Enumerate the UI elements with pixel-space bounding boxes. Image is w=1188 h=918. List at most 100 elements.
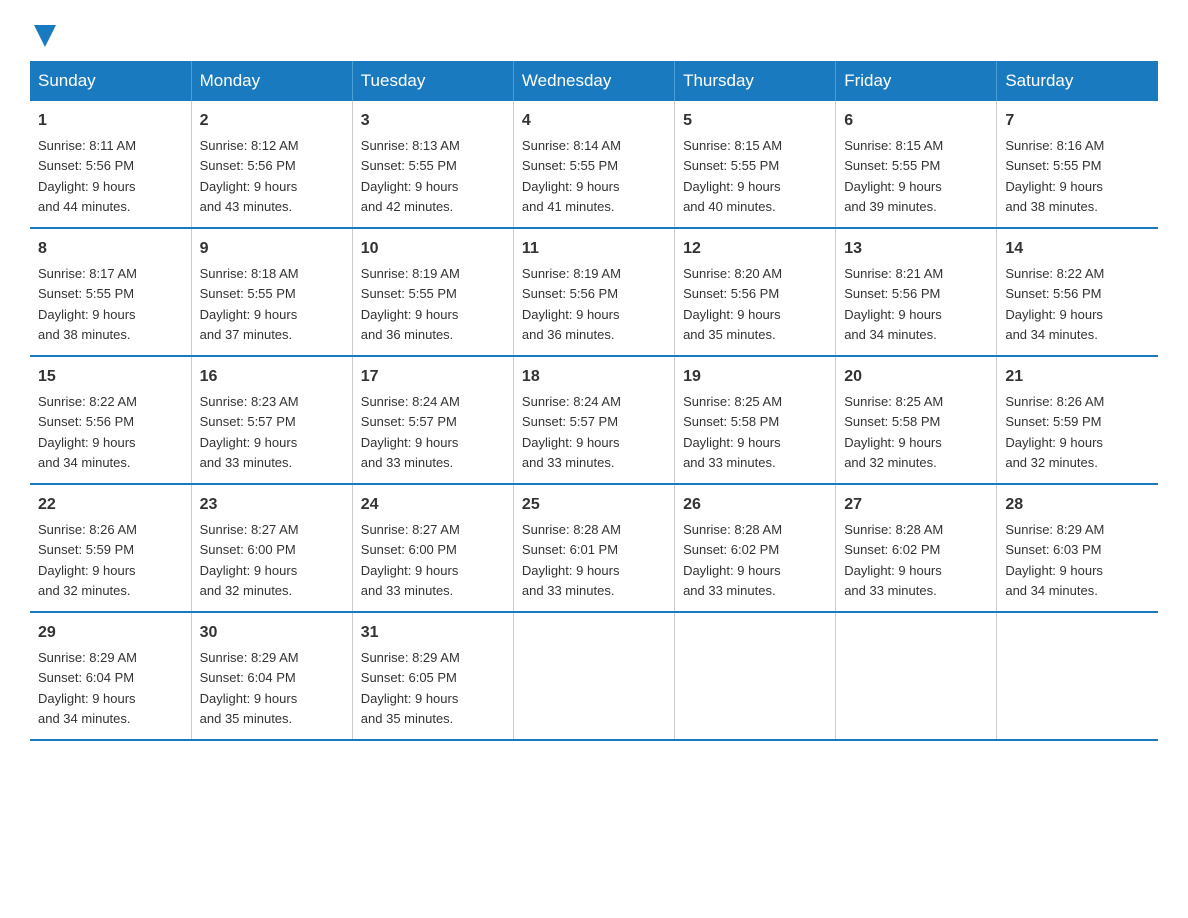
day-info: Sunrise: 8:23 AMSunset: 5:57 PMDaylight:… bbox=[200, 394, 299, 470]
day-info: Sunrise: 8:19 AMSunset: 5:56 PMDaylight:… bbox=[522, 266, 621, 342]
calendar-cell: 31 Sunrise: 8:29 AMSunset: 6:05 PMDaylig… bbox=[352, 612, 513, 740]
calendar-cell bbox=[997, 612, 1158, 740]
day-number: 31 bbox=[361, 621, 505, 645]
col-monday: Monday bbox=[191, 61, 352, 101]
day-info: Sunrise: 8:14 AMSunset: 5:55 PMDaylight:… bbox=[522, 138, 621, 214]
day-number: 18 bbox=[522, 365, 666, 389]
day-number: 25 bbox=[522, 493, 666, 517]
calendar-header: Sunday Monday Tuesday Wednesday Thursday… bbox=[30, 61, 1158, 101]
day-info: Sunrise: 8:27 AMSunset: 6:00 PMDaylight:… bbox=[200, 522, 299, 598]
day-info: Sunrise: 8:22 AMSunset: 5:56 PMDaylight:… bbox=[1005, 266, 1104, 342]
day-info: Sunrise: 8:26 AMSunset: 5:59 PMDaylight:… bbox=[1005, 394, 1104, 470]
day-number: 29 bbox=[38, 621, 183, 645]
calendar-cell: 23 Sunrise: 8:27 AMSunset: 6:00 PMDaylig… bbox=[191, 484, 352, 612]
calendar-week-4: 22 Sunrise: 8:26 AMSunset: 5:59 PMDaylig… bbox=[30, 484, 1158, 612]
calendar-cell: 24 Sunrise: 8:27 AMSunset: 6:00 PMDaylig… bbox=[352, 484, 513, 612]
calendar-cell: 6 Sunrise: 8:15 AMSunset: 5:55 PMDayligh… bbox=[836, 101, 997, 228]
day-number: 23 bbox=[200, 493, 344, 517]
day-info: Sunrise: 8:19 AMSunset: 5:55 PMDaylight:… bbox=[361, 266, 460, 342]
day-info: Sunrise: 8:27 AMSunset: 6:00 PMDaylight:… bbox=[361, 522, 460, 598]
calendar-body: 1 Sunrise: 8:11 AMSunset: 5:56 PMDayligh… bbox=[30, 101, 1158, 740]
calendar-cell: 2 Sunrise: 8:12 AMSunset: 5:56 PMDayligh… bbox=[191, 101, 352, 228]
col-tuesday: Tuesday bbox=[352, 61, 513, 101]
calendar-week-1: 1 Sunrise: 8:11 AMSunset: 5:56 PMDayligh… bbox=[30, 101, 1158, 228]
calendar-cell: 22 Sunrise: 8:26 AMSunset: 5:59 PMDaylig… bbox=[30, 484, 191, 612]
calendar-cell: 29 Sunrise: 8:29 AMSunset: 6:04 PMDaylig… bbox=[30, 612, 191, 740]
calendar-cell: 13 Sunrise: 8:21 AMSunset: 5:56 PMDaylig… bbox=[836, 228, 997, 356]
day-info: Sunrise: 8:29 AMSunset: 6:04 PMDaylight:… bbox=[200, 650, 299, 726]
day-number: 2 bbox=[200, 109, 344, 133]
day-number: 21 bbox=[1005, 365, 1150, 389]
day-info: Sunrise: 8:28 AMSunset: 6:01 PMDaylight:… bbox=[522, 522, 621, 598]
day-number: 1 bbox=[38, 109, 183, 133]
day-number: 10 bbox=[361, 237, 505, 261]
day-info: Sunrise: 8:15 AMSunset: 5:55 PMDaylight:… bbox=[683, 138, 782, 214]
calendar-cell: 26 Sunrise: 8:28 AMSunset: 6:02 PMDaylig… bbox=[675, 484, 836, 612]
calendar-cell: 28 Sunrise: 8:29 AMSunset: 6:03 PMDaylig… bbox=[997, 484, 1158, 612]
calendar-cell: 16 Sunrise: 8:23 AMSunset: 5:57 PMDaylig… bbox=[191, 356, 352, 484]
day-info: Sunrise: 8:21 AMSunset: 5:56 PMDaylight:… bbox=[844, 266, 943, 342]
day-number: 15 bbox=[38, 365, 183, 389]
day-number: 20 bbox=[844, 365, 988, 389]
day-info: Sunrise: 8:26 AMSunset: 5:59 PMDaylight:… bbox=[38, 522, 137, 598]
day-number: 19 bbox=[683, 365, 827, 389]
day-info: Sunrise: 8:29 AMSunset: 6:03 PMDaylight:… bbox=[1005, 522, 1104, 598]
day-number: 12 bbox=[683, 237, 827, 261]
calendar-cell: 10 Sunrise: 8:19 AMSunset: 5:55 PMDaylig… bbox=[352, 228, 513, 356]
day-number: 27 bbox=[844, 493, 988, 517]
day-number: 22 bbox=[38, 493, 183, 517]
day-number: 9 bbox=[200, 237, 344, 261]
calendar-cell: 1 Sunrise: 8:11 AMSunset: 5:56 PMDayligh… bbox=[30, 101, 191, 228]
logo-arrow-icon bbox=[34, 25, 56, 47]
day-info: Sunrise: 8:25 AMSunset: 5:58 PMDaylight:… bbox=[844, 394, 943, 470]
day-info: Sunrise: 8:16 AMSunset: 5:55 PMDaylight:… bbox=[1005, 138, 1104, 214]
day-number: 13 bbox=[844, 237, 988, 261]
day-number: 24 bbox=[361, 493, 505, 517]
day-number: 30 bbox=[200, 621, 344, 645]
calendar-cell: 15 Sunrise: 8:22 AMSunset: 5:56 PMDaylig… bbox=[30, 356, 191, 484]
calendar-cell bbox=[836, 612, 997, 740]
day-info: Sunrise: 8:22 AMSunset: 5:56 PMDaylight:… bbox=[38, 394, 137, 470]
day-info: Sunrise: 8:18 AMSunset: 5:55 PMDaylight:… bbox=[200, 266, 299, 342]
calendar-cell: 11 Sunrise: 8:19 AMSunset: 5:56 PMDaylig… bbox=[513, 228, 674, 356]
calendar-cell: 5 Sunrise: 8:15 AMSunset: 5:55 PMDayligh… bbox=[675, 101, 836, 228]
day-number: 17 bbox=[361, 365, 505, 389]
calendar-cell: 21 Sunrise: 8:26 AMSunset: 5:59 PMDaylig… bbox=[997, 356, 1158, 484]
calendar-week-3: 15 Sunrise: 8:22 AMSunset: 5:56 PMDaylig… bbox=[30, 356, 1158, 484]
col-saturday: Saturday bbox=[997, 61, 1158, 101]
col-friday: Friday bbox=[836, 61, 997, 101]
day-number: 3 bbox=[361, 109, 505, 133]
calendar-cell: 30 Sunrise: 8:29 AMSunset: 6:04 PMDaylig… bbox=[191, 612, 352, 740]
calendar-cell: 25 Sunrise: 8:28 AMSunset: 6:01 PMDaylig… bbox=[513, 484, 674, 612]
page-header bbox=[30, 20, 1158, 43]
calendar-week-5: 29 Sunrise: 8:29 AMSunset: 6:04 PMDaylig… bbox=[30, 612, 1158, 740]
day-number: 28 bbox=[1005, 493, 1150, 517]
calendar-cell: 20 Sunrise: 8:25 AMSunset: 5:58 PMDaylig… bbox=[836, 356, 997, 484]
day-number: 8 bbox=[38, 237, 183, 261]
calendar-cell: 8 Sunrise: 8:17 AMSunset: 5:55 PMDayligh… bbox=[30, 228, 191, 356]
day-number: 11 bbox=[522, 237, 666, 261]
day-info: Sunrise: 8:15 AMSunset: 5:55 PMDaylight:… bbox=[844, 138, 943, 214]
day-info: Sunrise: 8:24 AMSunset: 5:57 PMDaylight:… bbox=[361, 394, 460, 470]
day-info: Sunrise: 8:25 AMSunset: 5:58 PMDaylight:… bbox=[683, 394, 782, 470]
day-info: Sunrise: 8:13 AMSunset: 5:55 PMDaylight:… bbox=[361, 138, 460, 214]
day-number: 6 bbox=[844, 109, 988, 133]
col-thursday: Thursday bbox=[675, 61, 836, 101]
day-info: Sunrise: 8:28 AMSunset: 6:02 PMDaylight:… bbox=[844, 522, 943, 598]
day-info: Sunrise: 8:24 AMSunset: 5:57 PMDaylight:… bbox=[522, 394, 621, 470]
day-number: 14 bbox=[1005, 237, 1150, 261]
day-info: Sunrise: 8:12 AMSunset: 5:56 PMDaylight:… bbox=[200, 138, 299, 214]
calendar-cell: 4 Sunrise: 8:14 AMSunset: 5:55 PMDayligh… bbox=[513, 101, 674, 228]
calendar-cell: 3 Sunrise: 8:13 AMSunset: 5:55 PMDayligh… bbox=[352, 101, 513, 228]
col-wednesday: Wednesday bbox=[513, 61, 674, 101]
day-info: Sunrise: 8:17 AMSunset: 5:55 PMDaylight:… bbox=[38, 266, 137, 342]
calendar-cell: 7 Sunrise: 8:16 AMSunset: 5:55 PMDayligh… bbox=[997, 101, 1158, 228]
day-info: Sunrise: 8:29 AMSunset: 6:05 PMDaylight:… bbox=[361, 650, 460, 726]
day-info: Sunrise: 8:29 AMSunset: 6:04 PMDaylight:… bbox=[38, 650, 137, 726]
day-info: Sunrise: 8:11 AMSunset: 5:56 PMDaylight:… bbox=[38, 138, 136, 214]
calendar-cell: 19 Sunrise: 8:25 AMSunset: 5:58 PMDaylig… bbox=[675, 356, 836, 484]
day-number: 7 bbox=[1005, 109, 1150, 133]
day-info: Sunrise: 8:28 AMSunset: 6:02 PMDaylight:… bbox=[683, 522, 782, 598]
calendar-cell bbox=[675, 612, 836, 740]
col-sunday: Sunday bbox=[30, 61, 191, 101]
